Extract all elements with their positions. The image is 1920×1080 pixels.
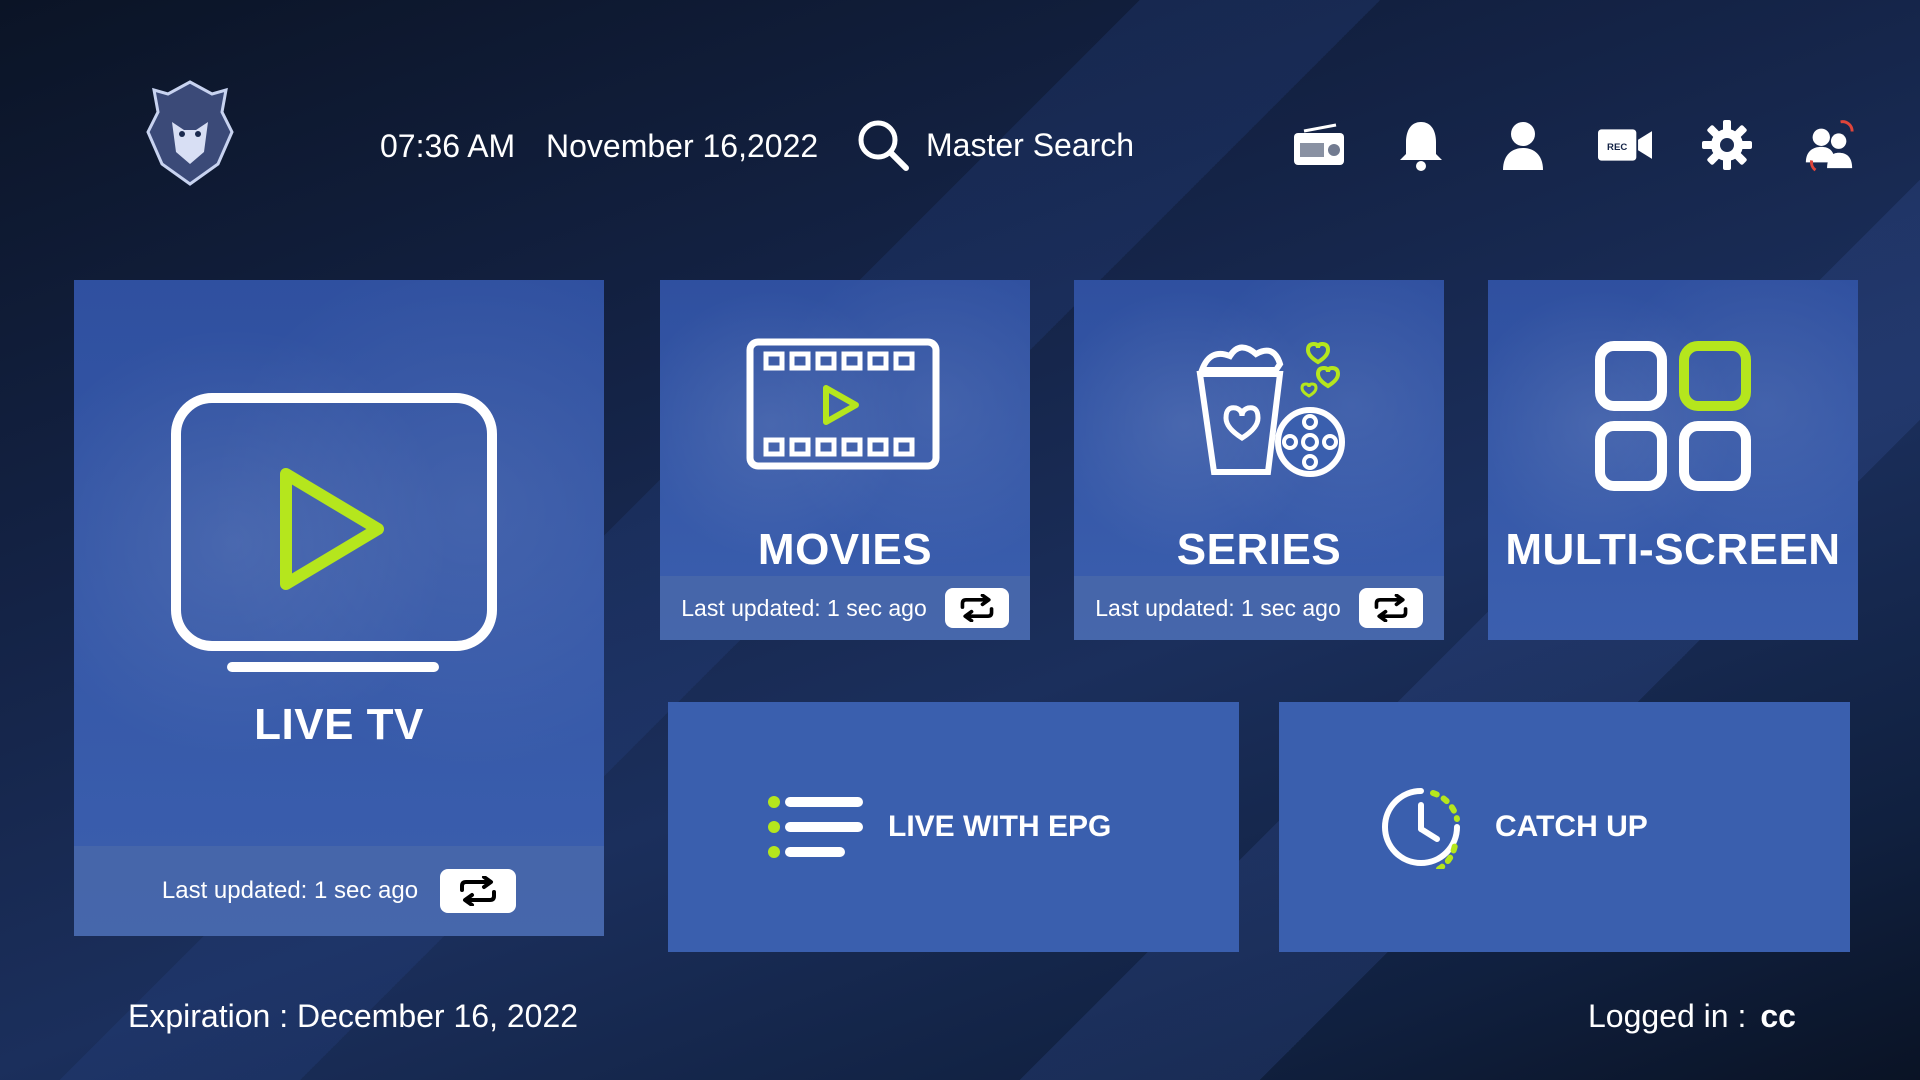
live-tv-updated: Last updated: 1 sec ago (161, 877, 419, 904)
tv-play-icon (171, 393, 497, 672)
logged-in-status: Logged in : cc (1588, 998, 1796, 1035)
rec-text: REC (1607, 142, 1627, 153)
logged-in-user: cc (1760, 998, 1796, 1034)
movies-footer: Last updated: 1 sec ago (660, 576, 1030, 640)
switch-user-icon[interactable] (1802, 118, 1856, 172)
top-icon-bar: REC (1292, 118, 1856, 172)
expiration-text: Expiration : December 16, 2022 (128, 998, 579, 1034)
clock-date: November 16,2022 (546, 128, 819, 164)
bell-icon[interactable] (1394, 118, 1448, 172)
refresh-icon (1374, 594, 1408, 622)
live-tv-label: LIVE TV (254, 700, 424, 749)
live-tv-refresh-button[interactable] (440, 869, 517, 913)
multi-screen-label: MULTI-SCREEN (1505, 525, 1841, 574)
live-with-epg-tile[interactable]: LIVE WITH EPG (668, 702, 1239, 952)
multi-screen-tile[interactable]: MULTI-SCREEN (1488, 280, 1858, 640)
movies-tile[interactable]: MOVIES Last updated: 1 sec ago (660, 280, 1030, 640)
series-tile[interactable]: SERIES Last updated: 1 sec ago (1074, 280, 1444, 640)
multi-screen-grid-icon (1595, 341, 1751, 491)
series-refresh-button[interactable] (1358, 588, 1423, 628)
series-footer: Last updated: 1 sec ago (1074, 576, 1444, 640)
logged-in-label: Logged in : (1588, 998, 1747, 1034)
live-with-epg-label: LIVE WITH EPG (888, 810, 1112, 843)
gear-icon[interactable] (1700, 118, 1754, 172)
refresh-icon (460, 876, 497, 906)
series-label: SERIES (1176, 525, 1342, 574)
epg-list-icon (768, 796, 863, 858)
popcorn-reel-icon (1196, 341, 1345, 477)
user-icon[interactable] (1496, 118, 1550, 172)
movies-refresh-button[interactable] (944, 588, 1009, 628)
clock-time: 07:36 AM (380, 128, 516, 164)
search-icon (858, 120, 909, 171)
master-search-button[interactable]: Master Search (856, 118, 1134, 172)
movies-label: MOVIES (757, 525, 933, 574)
rec-camera-icon[interactable]: REC (1598, 118, 1652, 172)
live-tv-footer: Last updated: 1 sec ago (74, 846, 604, 936)
radio-icon[interactable] (1292, 118, 1346, 172)
catch-up-tile[interactable]: CATCH UP (1279, 702, 1850, 952)
app-logo (140, 72, 240, 202)
refresh-icon (960, 594, 994, 622)
series-updated: Last updated: 1 sec ago (1095, 594, 1341, 621)
catch-up-clock-icon (1382, 788, 1460, 869)
movies-updated: Last updated: 1 sec ago (681, 594, 927, 621)
live-tv-tile[interactable]: LIVE TV Last updated: 1 sec ago (74, 280, 604, 936)
master-search-label: Master Search (926, 126, 1135, 163)
film-play-icon (746, 338, 940, 470)
catch-up-label: CATCH UP (1495, 810, 1648, 843)
